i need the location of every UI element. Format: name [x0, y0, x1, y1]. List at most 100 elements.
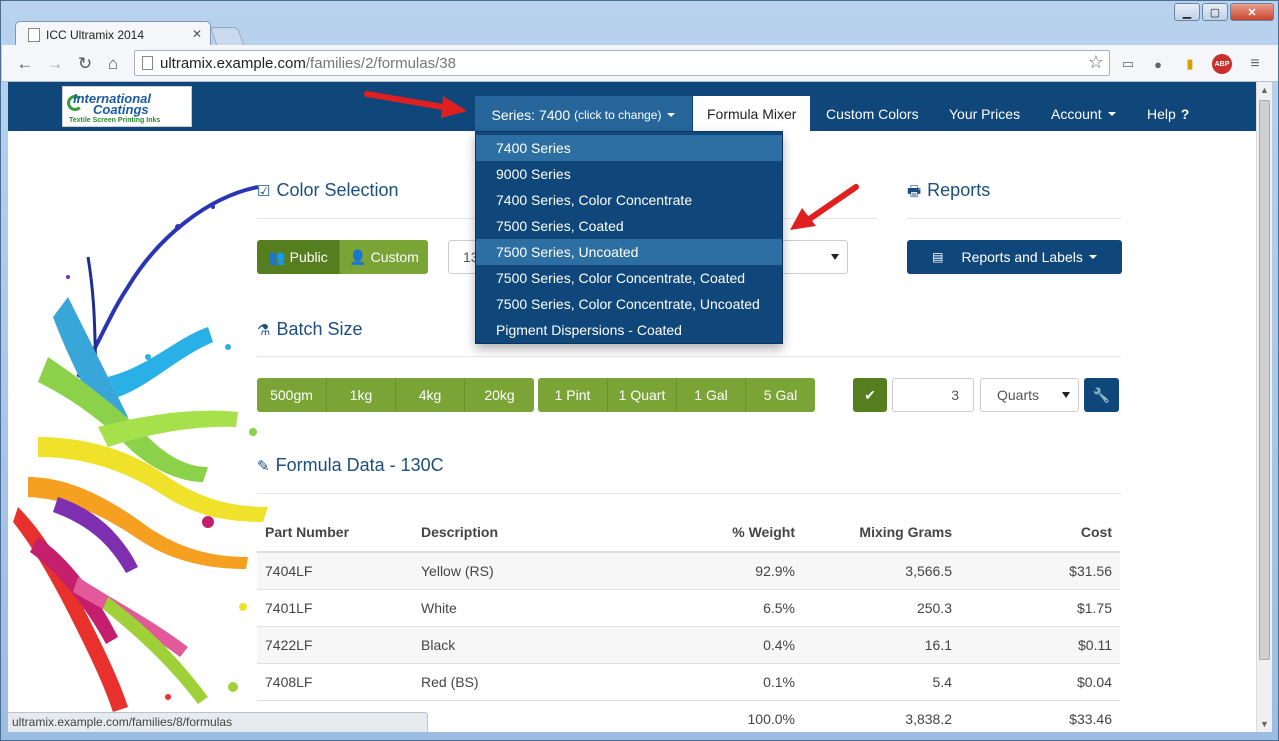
series-label: Series: 7400: [491, 106, 571, 123]
wrench-icon: 🔧: [1092, 386, 1111, 403]
table-row: 7401LF White 6.5% 250.3 $1.75: [257, 588, 1120, 626]
logo-text-2: Coatings: [93, 102, 149, 117]
batch-4kg-label: 4kg: [418, 387, 442, 403]
page-scrollbar[interactable]: ▲ ▼: [1256, 82, 1272, 732]
reports-labels-label: Reports and Labels: [961, 249, 1083, 265]
cell-mixing-grams: 3,566.5: [803, 551, 960, 589]
cell-description: Red (BS): [413, 662, 673, 700]
nav-your-prices[interactable]: Your Prices: [935, 96, 1034, 131]
nav-custom-colors-label: Custom Colors: [826, 105, 919, 122]
series-option-7400-concentrate[interactable]: 7400 Series, Color Concentrate: [476, 187, 782, 213]
nav-formula-mixer[interactable]: Formula Mixer: [693, 96, 811, 131]
home-icon[interactable]: ⌂: [102, 53, 124, 75]
back-arrow-icon[interactable]: ←: [14, 53, 36, 75]
series-option-7500-uncoated[interactable]: 7500 Series, Uncoated: [476, 239, 782, 265]
series-option-7400[interactable]: 7400 Series: [476, 135, 782, 161]
reload-icon[interactable]: ↻: [74, 53, 96, 75]
series-hint: (click to change): [574, 107, 662, 122]
status-bar-url: ultramix.example.com/families/8/formulas: [8, 712, 428, 732]
window-controls: ▁ ▢ ✕: [1174, 3, 1274, 21]
imperial-batch-group: 1 Pint 1 Quart 1 Gal 5 Gal: [538, 378, 815, 412]
cell-part-number: 7422LF: [257, 625, 413, 663]
apply-quantity-button[interactable]: ✔: [853, 378, 887, 412]
batch-1-gal-button[interactable]: 1 Gal: [677, 378, 746, 412]
top-navbar: International Coatings Textile Screen Pr…: [8, 82, 1256, 131]
cell-cost: $1.75: [960, 588, 1120, 626]
users-icon: 👥: [268, 248, 286, 265]
custom-button[interactable]: 👤 Custom: [340, 240, 428, 274]
tab-close-icon[interactable]: ✕: [192, 27, 202, 41]
batch-1-quart-label: 1 Quart: [618, 387, 666, 403]
nav-custom-colors[interactable]: Custom Colors: [812, 96, 933, 131]
series-dropdown-toggle[interactable]: Series: 7400 (click to change): [475, 96, 692, 131]
paint-splash-image: [13, 185, 268, 712]
table-row: 7422LF Black 0.4% 16.1 $0.11: [257, 625, 1120, 663]
cell-description: Black: [413, 625, 673, 663]
print-icon: 🖶: [907, 183, 922, 200]
batch-500gm-button[interactable]: 500gm: [257, 378, 327, 412]
unit-select[interactable]: Quarts: [980, 378, 1079, 412]
col-weight: % Weight: [673, 512, 803, 553]
scroll-up-icon[interactable]: ▲: [1260, 85, 1269, 95]
cell-weight: 0.4%: [673, 625, 803, 663]
chrome-menu-icon[interactable]: ≡: [1245, 54, 1265, 74]
batch-20kg-button[interactable]: 20kg: [465, 378, 534, 412]
batch-1-pint-button[interactable]: 1 Pint: [538, 378, 608, 412]
new-tab-button[interactable]: [209, 27, 245, 45]
caret-down-icon: [1088, 255, 1097, 259]
edit-icon: ✎: [257, 458, 270, 475]
series-option-pigment-dispersions[interactable]: Pigment Dispersions - Coated: [476, 317, 782, 343]
series-option-7500-concentrate-coated[interactable]: 7500 Series, Color Concentrate, Coated: [476, 265, 782, 291]
nav-account[interactable]: Account: [1037, 96, 1130, 131]
user-icon: 👤: [349, 248, 367, 265]
divider: [257, 493, 1121, 494]
divider: [257, 356, 1121, 357]
scrollbar-thumb[interactable]: [1259, 100, 1270, 660]
public-button[interactable]: 👥 Public: [257, 240, 340, 274]
cast-icon[interactable]: ▭: [1118, 54, 1138, 74]
extension-icon[interactable]: ●: [1148, 54, 1168, 74]
formula-data-title: Formula Data - 130C: [275, 455, 444, 475]
nav-help[interactable]: Help?: [1133, 96, 1203, 131]
caret-down-icon: [667, 112, 676, 117]
series-option-7500-concentrate-uncoated[interactable]: 7500 Series, Color Concentrate, Uncoated: [476, 291, 782, 317]
mobile-extension-icon[interactable]: ▮: [1180, 54, 1200, 74]
forward-arrow-icon[interactable]: →: [44, 53, 66, 75]
minimize-button[interactable]: ▁: [1174, 3, 1200, 21]
address-bar[interactable]: ultramix.example.com/families/2/formulas…: [134, 50, 1110, 76]
batch-5-gal-button[interactable]: 5 Gal: [746, 378, 815, 412]
scroll-down-icon[interactable]: ▼: [1260, 719, 1269, 729]
list-icon: ▤: [932, 250, 944, 264]
color-selection-heading: ☑ Color Selection: [257, 180, 399, 201]
batch-4kg-button[interactable]: 4kg: [396, 378, 465, 412]
browser-tab[interactable]: ICC Ultramix 2014 ✕: [15, 21, 211, 47]
cell-weight: 0.1%: [673, 662, 803, 700]
checkmark-icon: ✔: [864, 386, 876, 403]
cell-cost: $0.11: [960, 625, 1120, 663]
table-row: 7408LF Red (BS) 0.1% 5.4 $0.04: [257, 662, 1120, 700]
batch-1-quart-button[interactable]: 1 Quart: [608, 378, 677, 412]
question-icon: ?: [1180, 105, 1190, 122]
library-toggle: 👥 Public 👤 Custom: [257, 240, 428, 274]
cell-part-number: 7404LF: [257, 551, 413, 589]
quantity-input[interactable]: 3: [892, 378, 974, 412]
adblock-icon[interactable]: ABP: [1212, 54, 1232, 74]
batch-1kg-label: 1kg: [349, 387, 373, 403]
reports-labels-button[interactable]: ▤ Reports and Labels: [907, 240, 1122, 274]
cell-empty: [413, 699, 673, 732]
batch-1kg-button[interactable]: 1kg: [327, 378, 396, 412]
series-option-7500-coated[interactable]: 7500 Series, Coated: [476, 213, 782, 239]
cell-cost: $0.04: [960, 662, 1120, 700]
maximize-button[interactable]: ▢: [1202, 3, 1228, 21]
table-header-row: Part Number Description % Weight Mixing …: [257, 512, 1120, 553]
settings-wrench-button[interactable]: 🔧: [1084, 378, 1119, 412]
batch-1-gal-label: 1 Gal: [694, 387, 728, 403]
company-logo[interactable]: International Coatings Textile Screen Pr…: [62, 86, 192, 127]
page-viewport: International Coatings Textile Screen Pr…: [8, 82, 1256, 732]
series-option-9000[interactable]: 9000 Series: [476, 161, 782, 187]
window-close-button[interactable]: ✕: [1230, 3, 1274, 21]
address-url[interactable]: ultramix.example.com/families/2/formulas…: [160, 55, 456, 72]
cell-weight: 92.9%: [673, 551, 803, 589]
tab-title: ICC Ultramix 2014: [46, 27, 145, 42]
bookmark-star-icon[interactable]: ☆: [1088, 52, 1104, 73]
